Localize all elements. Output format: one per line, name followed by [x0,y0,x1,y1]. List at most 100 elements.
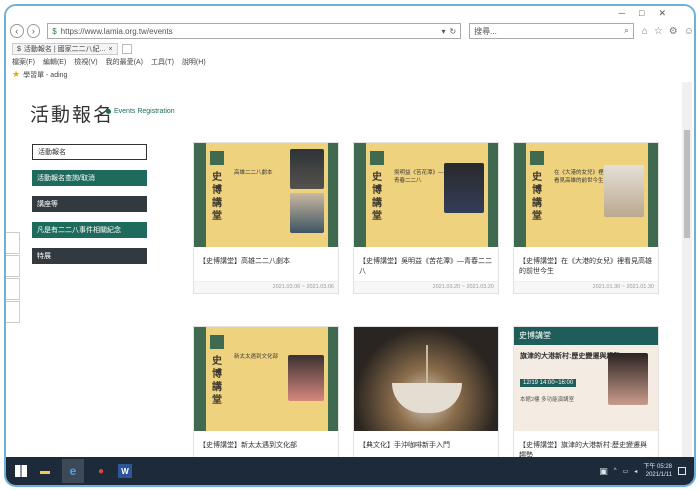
site-icon: $ [52,26,57,36]
window-controls: ─ □ ✕ [619,8,666,19]
home-icon[interactable]: ⌂ [642,26,648,37]
event-poster: 史博講堂 旗津的大港新村:歷史變遷與趨勢 12/19 14:00~16:00 本… [514,327,658,431]
ie-taskbar-icon[interactable]: e [62,459,84,483]
clock[interactable]: 下午 05:28 2021/1/11 [643,463,672,479]
edge-tab[interactable] [6,255,20,277]
event-poster: 史博講堂 在《大港的女兒》裡看見高雄的前世今生 [514,143,658,247]
notification-icon[interactable] [678,467,686,475]
tray-app-icon[interactable]: ▣ [599,466,608,477]
vertical-scrollbar[interactable] [682,82,692,461]
toolbar-icons: ⌂ ☆ ⚙ ☺ [642,26,694,37]
speaker-photo [288,355,324,401]
menu-help[interactable]: 說明(H) [182,57,206,67]
sidebar-item-exhibition[interactable]: 特展 [32,248,147,264]
file-explorer-icon[interactable]: ▬ [38,464,52,478]
sidebar-item-registration[interactable]: 活動報名 [32,144,147,160]
browser-window: ─ □ ✕ ‹ › $ https://www.lamia.org.tw/eve… [4,4,696,487]
close-window-button[interactable]: ✕ [658,8,666,19]
poster-location: 本館2樓 多功能演講室 [520,397,575,403]
favorites-icon[interactable]: ☆ [654,26,663,37]
menu-edit[interactable]: 編輯(E) [43,57,66,67]
scroll-thumb[interactable] [684,130,690,238]
maximize-button[interactable]: □ [639,8,644,19]
clock-date: 2021/1/11 [645,472,672,478]
favorites-link[interactable]: 學習單 - ading [23,70,67,80]
poster-text: 新太太遇到文化部 [234,354,279,360]
poster-vertical-title: 史博講堂 [212,356,222,406]
gear-icon[interactable]: ⚙ [669,26,678,37]
tab-favicon-icon: $ [17,45,21,53]
sidebar-item-memorial[interactable]: 凡是有二二八事件相關紀念 [32,222,147,238]
breadcrumb[interactable]: Events Registration [106,108,175,115]
sidebar-item-lectures[interactable]: 講座等 [32,196,147,212]
start-button[interactable] [14,464,28,478]
speaker-photo [444,163,484,213]
star-icon[interactable]: ★ [12,69,20,80]
event-card[interactable]: 史博講堂 吳明益《苦花潭》—青春二二八 【史博講堂】吳明益《苦花潭》—青春二二八… [353,142,499,294]
breadcrumb-text: Events Registration [114,108,175,115]
tab-active[interactable]: $ 活動報名 | 國家二二八紀... × [12,43,118,55]
menu-tools[interactable]: 工具(T) [151,57,174,67]
event-title[interactable]: 【史博講堂】吳明益《苦花潭》—青春二二八 [354,247,498,281]
tab-close-icon[interactable]: × [108,46,112,53]
forward-button[interactable]: › [26,24,41,38]
title-bar: ─ □ ✕ [6,6,694,20]
poster-text: 高雄二二八劇本 [234,170,273,176]
speaker-photo [604,165,644,217]
menu-view[interactable]: 檢視(V) [74,57,97,67]
bullet-icon [106,108,111,114]
volume-icon[interactable]: ◂ [634,468,637,475]
poster-vertical-title: 史博講堂 [372,172,382,222]
poster-text: 旗津的大港新村:歷史變遷與趨勢 [520,353,621,360]
minimize-button[interactable]: ─ [619,8,625,19]
search-box[interactable]: 搜尋... ⌕ [469,23,634,39]
back-button[interactable]: ‹ [10,24,24,38]
menu-favorites[interactable]: 我的最愛(A) [106,57,143,67]
search-icon[interactable]: ⌕ [624,26,628,36]
clock-time: 下午 05:28 [643,464,672,470]
event-title[interactable]: 【史博講堂】在《大港的女兒》裡看見高雄的前世今生 [514,247,658,281]
page-content: 活動報名 Events Registration 活動報名 活動報名查詢/取消 … [6,82,694,466]
menu-bar: 檔案(F) 編輯(E) 檢視(V) 我的最愛(A) 工具(T) 說明(H) [6,56,694,68]
event-date: 2021.03.06 ~ 2021.03.06 [194,281,338,293]
speaker-photo [290,149,324,189]
search-placeholder: 搜尋... [474,26,497,36]
event-card[interactable]: 史博講堂 高雄二二八劇本 【史博講堂】高雄二二八劇本 2021.03.06 ~ … [193,142,339,294]
side-edge-tabs [6,232,20,324]
favorites-bar: ★ 學習單 - ading [6,68,694,81]
smiley-icon[interactable]: ☺ [684,26,694,37]
word-taskbar-icon[interactable]: W [118,464,132,478]
new-tab-button[interactable] [121,44,132,54]
network-icon[interactable]: ▭ [623,468,629,475]
event-card[interactable]: 史博講堂 新太太遇到文化部 【史博講堂】新太太遇到文化部 [193,326,339,466]
event-poster: 史博講堂 新太太遇到文化部 [194,327,338,431]
poster-header: 史博講堂 [514,327,658,345]
address-bar[interactable]: $ https://www.lamia.org.tw/events ▾ ↻ [47,23,462,39]
event-card[interactable]: 史博講堂 在《大港的女兒》裡看見高雄的前世今生 【史博講堂】在《大港的女兒》裡看… [513,142,659,294]
refresh-icon[interactable]: ↻ [449,27,456,36]
event-date: 2021.03.20 ~ 2021.03.20 [354,281,498,293]
edge-tab[interactable] [6,278,20,300]
event-date: 2021.01.30 ~ 2021.01.30 [514,281,658,293]
coffee-photo [354,327,498,431]
page-title: 活動報名 [30,104,115,126]
dropdown-icon[interactable]: ▾ [441,27,445,36]
address-bar-row: ‹ › $ https://www.lamia.org.tw/events ▾ … [6,20,694,42]
menu-file[interactable]: 檔案(F) [12,57,35,67]
chrome-taskbar-icon[interactable]: ● [94,464,108,478]
sidebar-item-query[interactable]: 活動報名查詢/取消 [32,170,147,186]
taskbar: ▬ e ● W ▣ ^ ▭ ◂ 下午 05:28 2021/1/11 [6,457,694,485]
event-card[interactable]: 【典文化】手沖咖啡新手入門 [353,326,499,466]
poster-text: 吳明益《苦花潭》—青春二二八 [394,170,444,184]
sidebar: 活動報名 活動報名查詢/取消 講座等 凡是有二二八事件相關紀念 特展 [32,144,147,274]
url-text: https://www.lamia.org.tw/events [60,26,173,36]
edge-tab[interactable] [6,232,20,254]
tray-chevron-icon[interactable]: ^ [614,468,617,474]
system-tray: ▣ ^ ▭ ◂ 下午 05:28 2021/1/11 [599,457,686,485]
event-card[interactable]: 史博講堂 旗津的大港新村:歷史變遷與趨勢 12/19 14:00~16:00 本… [513,326,659,466]
poster-date: 12/19 14:00~16:00 [520,379,577,387]
edge-tab[interactable] [6,301,20,323]
poster-text: 在《大港的女兒》裡看見高雄的前世今生 [554,170,604,184]
event-title[interactable]: 【史博講堂】高雄二二八劇本 [194,247,338,281]
speaker-photo [608,353,648,405]
